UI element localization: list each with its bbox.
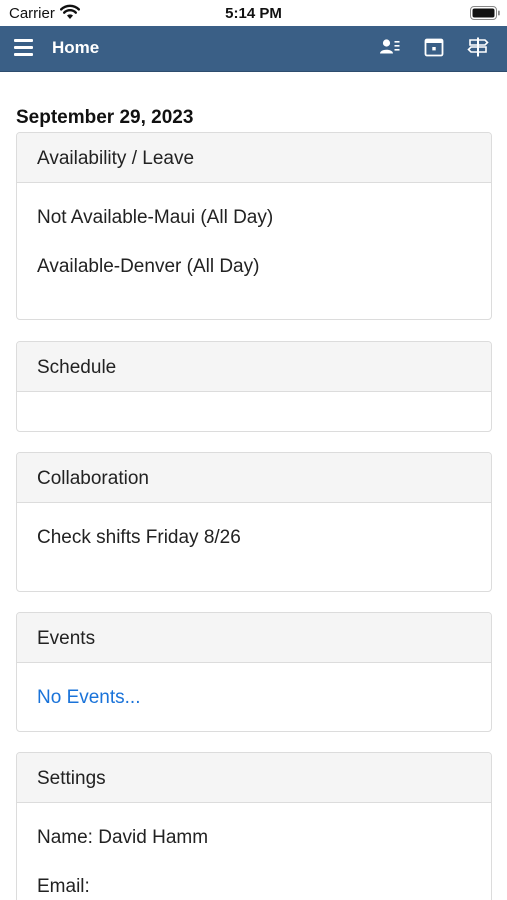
collaboration-item[interactable]: Check shifts Friday 8/26 <box>37 527 241 549</box>
collaboration-panel: Collaboration Check shifts Friday 8/26 <box>16 452 492 592</box>
collaboration-panel-title: Collaboration <box>17 453 491 503</box>
events-panel-title: Events <box>17 613 491 663</box>
settings-email: Email: <box>37 876 90 897</box>
availability-panel-title: Availability / Leave <box>17 133 491 183</box>
contact-list-icon[interactable] <box>379 36 401 58</box>
battery-icon <box>470 6 500 20</box>
main-content: September 29, 2023 Availability / Leave … <box>0 72 507 900</box>
page-title: Home <box>52 38 100 57</box>
availability-panel: Availability / Leave Not Available-Maui … <box>16 132 492 320</box>
signpost-icon[interactable] <box>467 36 489 58</box>
events-panel: Events No Events... <box>16 612 492 732</box>
calendar-icon[interactable] <box>423 36 445 58</box>
schedule-panel-title: Schedule <box>17 342 491 392</box>
status-bar: Carrier 5:14 PM <box>0 0 507 26</box>
schedule-panel-body <box>17 392 491 431</box>
menu-icon[interactable] <box>14 39 34 57</box>
schedule-panel: Schedule <box>16 341 492 432</box>
availability-item: Not Available-Maui (All Day) <box>37 207 274 228</box>
date-heading: September 29, 2023 <box>16 107 194 128</box>
settings-panel: Settings Name: David Hamm Email: <box>16 752 492 900</box>
clock: 5:14 PM <box>225 5 282 22</box>
nav-bar: Home <box>0 26 507 72</box>
settings-name: Name: David Hamm <box>37 827 209 848</box>
settings-panel-title: Settings <box>17 753 491 803</box>
no-events-link[interactable]: No Events... <box>37 687 141 709</box>
availability-item: Available-Denver (All Day) <box>37 256 260 277</box>
